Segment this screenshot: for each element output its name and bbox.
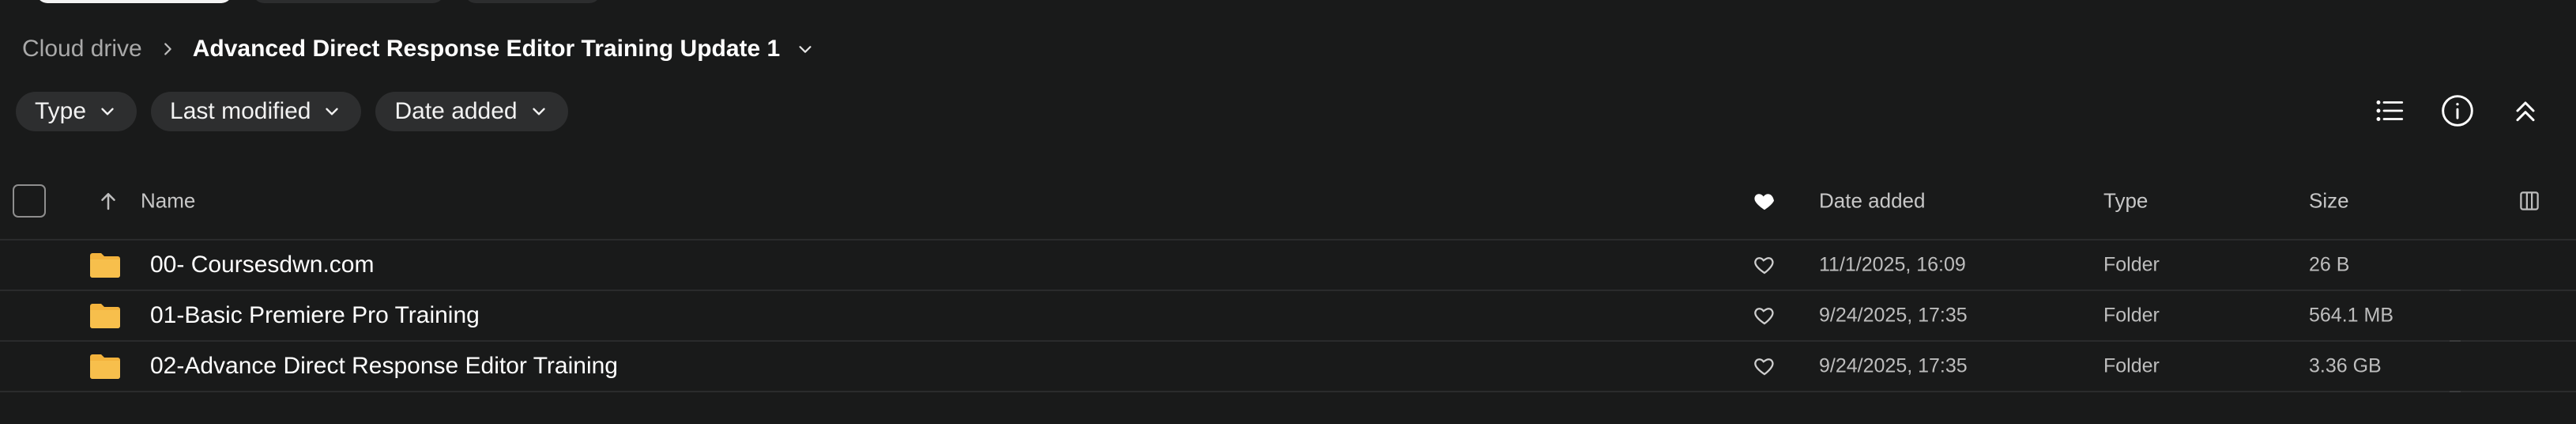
row-name[interactable]: 02-Advance Direct Response Editor Traini… xyxy=(150,353,618,380)
filter-last-modified[interactable]: Last modified xyxy=(151,92,362,131)
folder-icon xyxy=(90,304,120,328)
row-date-added: 11/1/2025, 16:09 xyxy=(1819,253,1966,276)
row-divider-tick xyxy=(2450,290,2461,291)
sort-arrow-up-icon[interactable] xyxy=(96,189,120,213)
chevron-down-icon xyxy=(101,108,114,115)
tab[interactable] xyxy=(253,0,444,3)
row-size: 3.36 GB xyxy=(2309,354,2382,377)
filter-bar: Type Last modified Date added xyxy=(16,92,568,131)
info-icon xyxy=(2442,95,2473,127)
filter-date-added[interactable]: Date added xyxy=(375,92,568,131)
table-header: Name Date added Type Size xyxy=(0,163,2576,240)
row-name[interactable]: 00- Coursesdwn.com xyxy=(150,252,374,278)
view-tools xyxy=(2371,92,2544,130)
tab[interactable] xyxy=(465,0,601,3)
breadcrumb-current-folder[interactable]: Advanced Direct Response Editor Training… xyxy=(193,36,781,62)
columns-icon[interactable] xyxy=(2518,189,2541,213)
breadcrumb-root[interactable]: Cloud drive xyxy=(22,36,142,62)
chevron-down-icon xyxy=(532,108,545,115)
row-name[interactable]: 01-Basic Premiere Pro Training xyxy=(150,302,480,329)
double-chevron-up-icon xyxy=(2516,101,2535,122)
tab-active[interactable] xyxy=(36,0,232,3)
row-date-added: 9/24/2025, 17:35 xyxy=(1819,354,1968,377)
table-row[interactable]: 00- Coursesdwn.com 11/1/2025, 16:09 Fold… xyxy=(0,240,2576,291)
filter-label: Type xyxy=(35,98,87,124)
list-view-icon xyxy=(2376,100,2404,121)
row-size: 26 B xyxy=(2309,253,2350,276)
row-date-added: 9/24/2025, 17:35 xyxy=(1819,304,1968,327)
collapse-button[interactable] xyxy=(2506,92,2544,130)
filter-label: Last modified xyxy=(170,98,311,124)
filter-label: Date added xyxy=(394,98,518,124)
chevron-down-icon[interactable] xyxy=(794,38,816,60)
row-type: Folder xyxy=(2103,354,2160,377)
info-button[interactable] xyxy=(2439,92,2476,130)
heart-filled-icon[interactable] xyxy=(1753,189,1776,213)
folder-icon xyxy=(90,253,120,278)
row-divider-tick xyxy=(2450,340,2461,342)
folder-icon xyxy=(90,354,120,379)
row-size: 564.1 MB xyxy=(2309,304,2394,327)
list-view-button[interactable] xyxy=(2371,92,2408,130)
column-header-date-added[interactable]: Date added xyxy=(1819,189,1925,214)
select-all-checkbox[interactable] xyxy=(13,184,46,218)
row-divider-tick xyxy=(2450,391,2461,392)
row-type: Folder xyxy=(2103,304,2160,327)
chevron-down-icon xyxy=(326,108,339,115)
heart-outline-icon[interactable] xyxy=(1753,304,1776,327)
column-header-size[interactable]: Size xyxy=(2309,189,2349,214)
table-row[interactable]: 02-Advance Direct Response Editor Traini… xyxy=(0,342,2576,392)
column-header-name[interactable]: Name xyxy=(141,189,195,214)
cloud-drive-view: Cloud drive Advanced Direct Response Edi… xyxy=(0,0,2576,424)
breadcrumb: Cloud drive Advanced Direct Response Edi… xyxy=(22,32,816,66)
heart-outline-icon[interactable] xyxy=(1753,354,1776,378)
chevron-right-icon xyxy=(156,38,179,60)
top-tabs xyxy=(36,0,601,3)
row-type: Folder xyxy=(2103,253,2160,276)
heart-outline-icon[interactable] xyxy=(1753,253,1776,277)
column-header-type[interactable]: Type xyxy=(2103,189,2148,214)
filter-type[interactable]: Type xyxy=(16,92,137,131)
table-row[interactable]: 01-Basic Premiere Pro Training 9/24/2025… xyxy=(0,291,2576,342)
